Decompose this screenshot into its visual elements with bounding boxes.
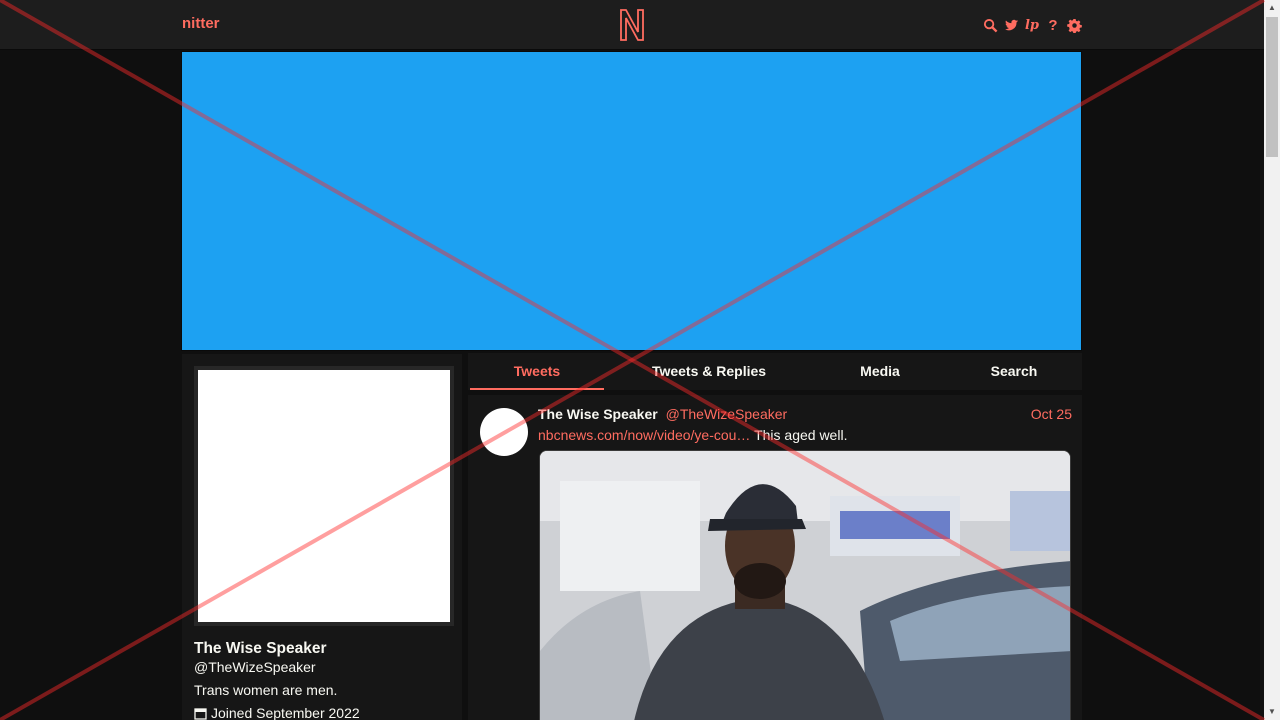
tweet-media-image[interactable]: [539, 450, 1071, 720]
search-icon[interactable]: [982, 17, 998, 33]
profile-banner[interactable]: [181, 51, 1082, 351]
tab-search[interactable]: Search: [974, 353, 1054, 390]
joined-label: Joined September 2022: [211, 705, 360, 720]
nitter-logo-icon: [620, 9, 644, 41]
tab-tweets-replies[interactable]: Tweets & Replies: [636, 353, 782, 390]
scroll-thumb[interactable]: [1266, 17, 1278, 157]
help-icon[interactable]: ?: [1045, 17, 1061, 34]
page-scrollbar[interactable]: ▲ ▼: [1264, 0, 1280, 720]
liberapay-icon[interactable]: lp: [1024, 17, 1040, 33]
tweet-date[interactable]: Oct 25: [1031, 406, 1072, 422]
profile-avatar[interactable]: [198, 370, 450, 622]
profile-handle[interactable]: @TheWizeSpeaker: [194, 659, 316, 675]
top-navbar: nitter lp ?: [0, 0, 1264, 50]
twitter-bird-icon[interactable]: [1003, 17, 1019, 33]
settings-gear-icon[interactable]: [1066, 17, 1082, 33]
scroll-down-arrow-icon[interactable]: ▼: [1264, 704, 1280, 720]
tweet-content: nbcnews.com/now/video/ye-cou… This aged …: [538, 427, 847, 443]
calendar-icon: [194, 707, 207, 720]
profile-card: The Wise Speaker @TheWizeSpeaker Trans w…: [182, 354, 462, 720]
tweet-author-handle[interactable]: @TheWizeSpeaker: [666, 406, 788, 422]
tweet-avatar[interactable]: [480, 408, 528, 456]
tweet-photo: [540, 451, 1070, 720]
tweet-author-name[interactable]: The Wise Speaker: [538, 406, 658, 422]
tweet-header: The Wise Speaker @TheWizeSpeaker Oct 25: [538, 406, 1072, 424]
nav-icons: lp ?: [982, 15, 1082, 35]
brand-link[interactable]: nitter: [182, 15, 220, 32]
tab-tweets[interactable]: Tweets: [470, 353, 604, 390]
timeline: The Wise Speaker @TheWizeSpeaker Oct 25 …: [468, 395, 1082, 720]
profile-bio: Trans women are men.: [194, 682, 338, 698]
profile-avatar-frame[interactable]: [194, 366, 454, 626]
tab-media[interactable]: Media: [840, 353, 920, 390]
profile-name[interactable]: The Wise Speaker: [194, 640, 327, 658]
tweet-link[interactable]: nbcnews.com/now/video/ye-cou…: [538, 427, 750, 443]
tweet-text: This aged well.: [750, 427, 848, 443]
nitter-logo[interactable]: [618, 8, 646, 42]
timeline-tabs: Tweets Tweets & Replies Media Search: [468, 353, 1082, 390]
profile-joined-date: Joined September 2022: [194, 705, 360, 720]
scroll-up-arrow-icon[interactable]: ▲: [1264, 0, 1280, 16]
